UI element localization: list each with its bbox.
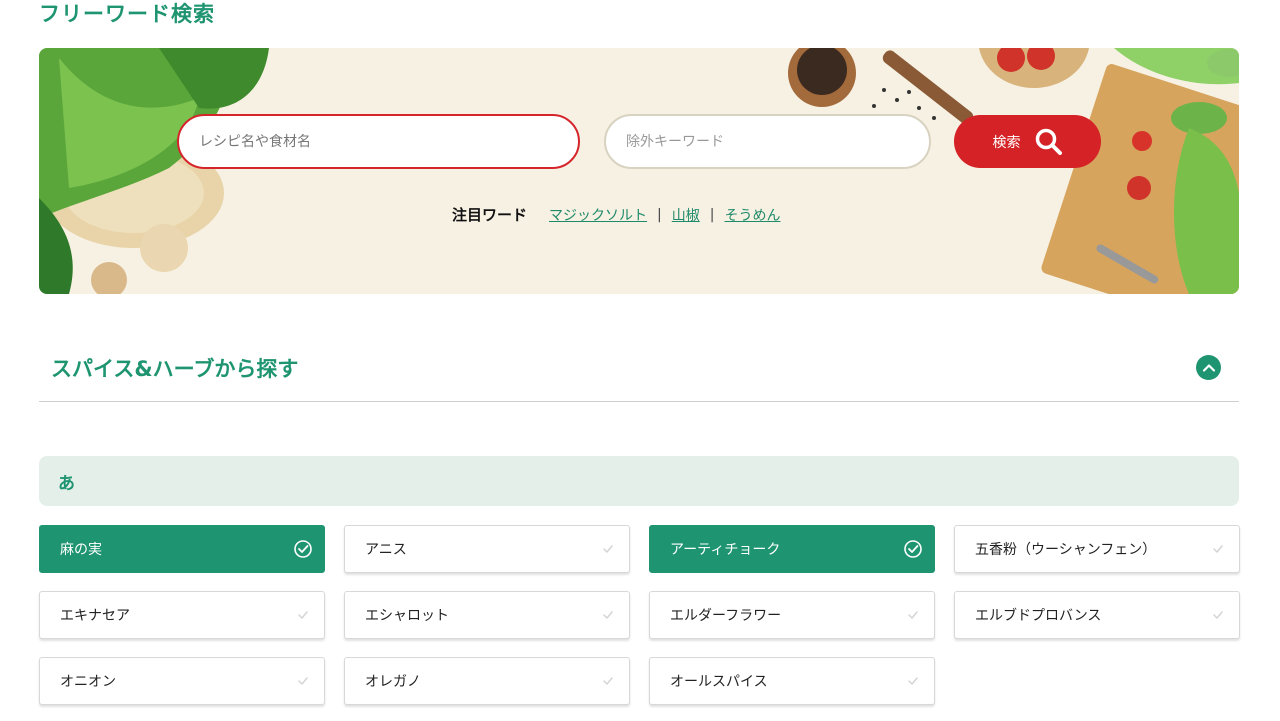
check-icon bbox=[903, 539, 923, 559]
search-input[interactable] bbox=[177, 114, 580, 169]
check-icon bbox=[293, 605, 313, 625]
search-button-label: 検索 bbox=[992, 134, 1021, 151]
trending-label: 注目ワード bbox=[452, 206, 528, 224]
separator: | bbox=[657, 206, 662, 223]
spice-item[interactable]: オレガノ bbox=[344, 657, 630, 705]
check-icon bbox=[598, 671, 618, 691]
kana-group-header: あ bbox=[39, 456, 1239, 506]
section-title: スパイス&ハーブから探す bbox=[51, 357, 299, 381]
trending-words: 注目ワード マジックソルト | 山椒 | そうめん bbox=[452, 204, 780, 225]
collapse-button[interactable] bbox=[1196, 355, 1221, 380]
chevron-up-icon bbox=[1202, 363, 1215, 372]
spice-item-label: エシャロット bbox=[365, 608, 449, 624]
trending-word-link[interactable]: マジックソルト bbox=[549, 205, 647, 225]
search-hero-panel: 検索 注目ワード マジックソルト | 山椒 | そうめん bbox=[39, 48, 1239, 294]
spice-item[interactable]: 麻の実 bbox=[39, 525, 325, 573]
check-icon bbox=[1208, 539, 1228, 559]
spice-item-label: アーティチョーク bbox=[670, 542, 781, 558]
spice-item-label: オレガノ bbox=[365, 674, 421, 690]
search-button[interactable]: 検索 bbox=[954, 115, 1101, 168]
spice-item[interactable]: アニス bbox=[344, 525, 630, 573]
check-icon bbox=[1208, 605, 1228, 625]
spice-item-label: アニス bbox=[365, 542, 407, 558]
search-icon bbox=[1035, 128, 1062, 155]
spice-item[interactable]: エルブドプロバンス bbox=[954, 591, 1240, 639]
spice-item-label: エルダーフラワー bbox=[670, 608, 782, 624]
trending-word-link[interactable]: 山椒 bbox=[672, 205, 700, 225]
spice-item[interactable]: オニオン bbox=[39, 657, 325, 705]
kitchen-background-image bbox=[39, 48, 1239, 294]
spice-item[interactable]: アーティチョーク bbox=[649, 525, 935, 573]
spice-grid: 麻の実 アニス アーティチョーク 五香粉（ウーシャンフェン） エキナセア エシャロット エル… bbox=[39, 525, 1240, 705]
check-icon bbox=[598, 539, 618, 559]
check-icon bbox=[293, 671, 313, 691]
spice-item-label: エルブドプロバンス bbox=[975, 608, 1102, 624]
spice-item-label: 麻の実 bbox=[60, 542, 102, 558]
spice-item[interactable]: オールスパイス bbox=[649, 657, 935, 705]
spice-item-label: オニオン bbox=[60, 674, 116, 690]
spice-item[interactable]: エシャロット bbox=[344, 591, 630, 639]
exclude-keyword-input[interactable] bbox=[604, 114, 931, 169]
section-divider bbox=[39, 401, 1239, 402]
spice-item[interactable]: エルダーフラワー bbox=[649, 591, 935, 639]
check-icon bbox=[293, 539, 313, 559]
trending-word-link[interactable]: そうめん bbox=[724, 205, 780, 225]
check-icon bbox=[903, 671, 923, 691]
spice-item[interactable]: 五香粉（ウーシャンフェン） bbox=[954, 525, 1240, 573]
separator: | bbox=[709, 206, 715, 223]
check-icon bbox=[598, 605, 618, 625]
kana-group-label: あ bbox=[58, 473, 75, 494]
spice-item-label: オールスパイス bbox=[670, 674, 768, 690]
check-icon bbox=[903, 605, 923, 625]
spice-item-label: 五香粉（ウーシャンフェン） bbox=[975, 542, 1157, 558]
page-title: フリーワード検索 bbox=[39, 2, 215, 26]
spice-item-label: エキナセア bbox=[60, 608, 130, 624]
spice-item[interactable]: エキナセア bbox=[39, 591, 325, 639]
